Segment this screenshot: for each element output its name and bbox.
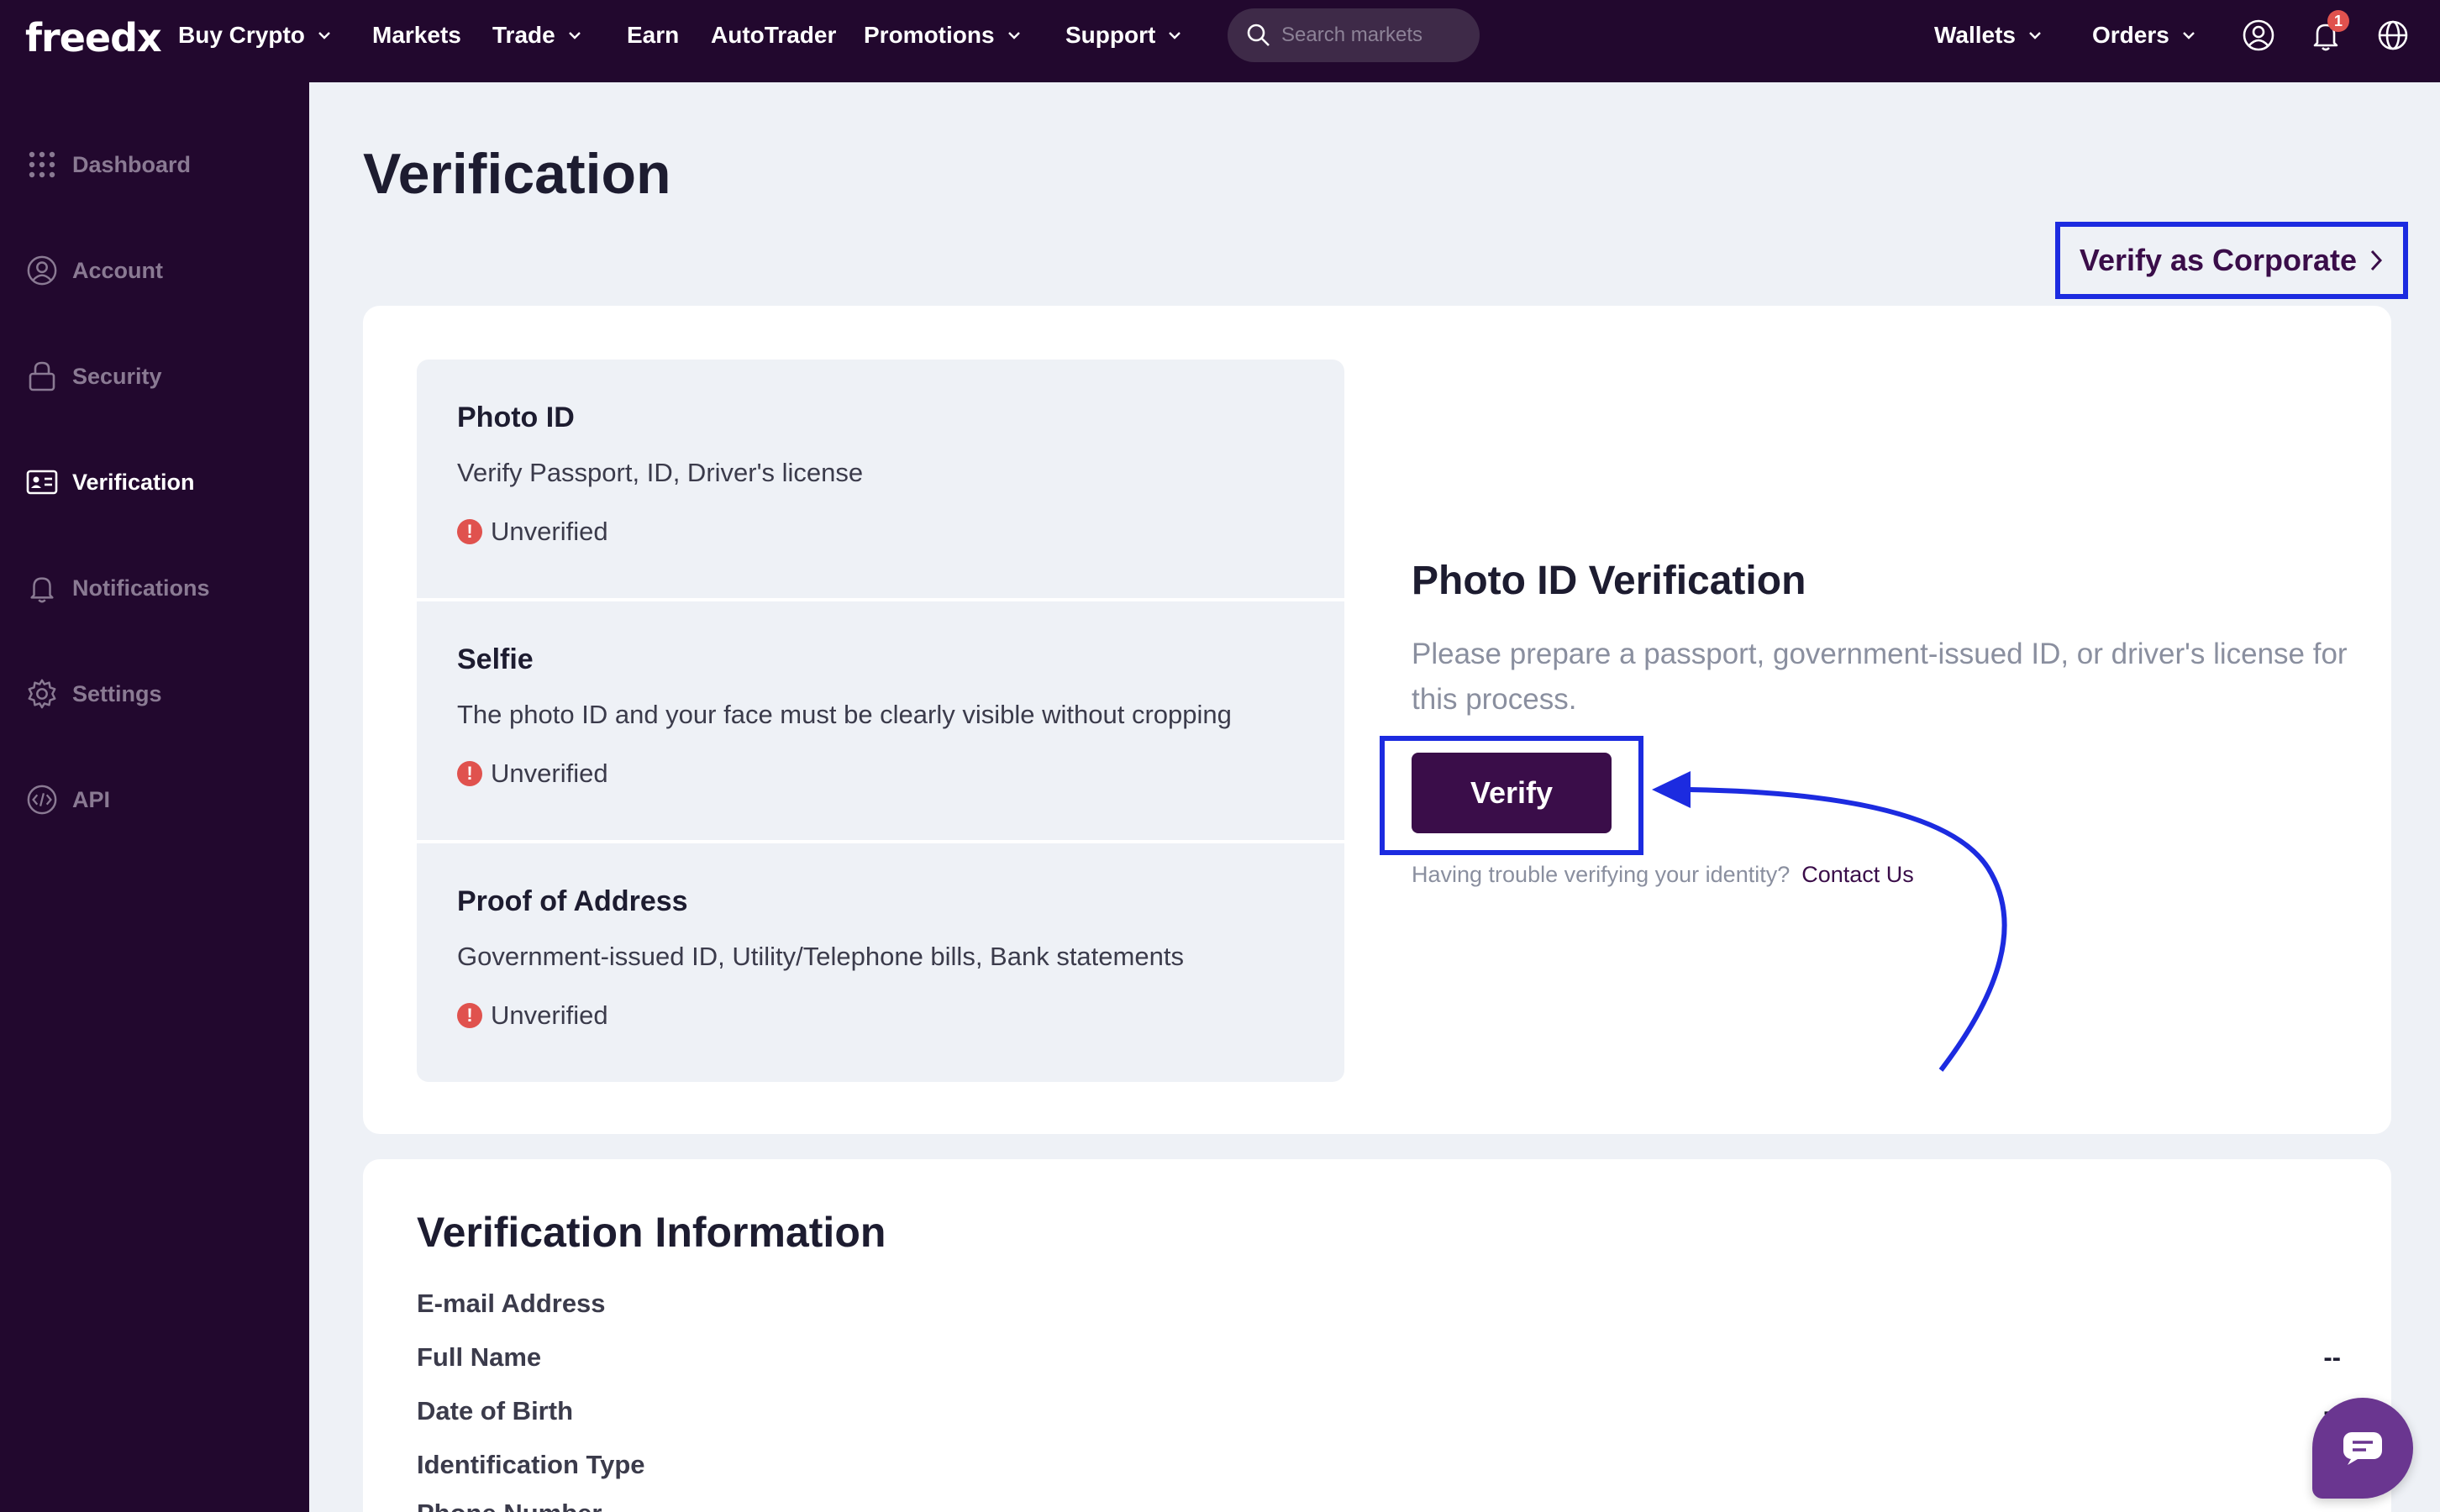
sidebar-item-label: Account bbox=[72, 257, 163, 283]
status-badge: ! Unverified bbox=[457, 759, 1304, 789]
account-button[interactable] bbox=[2240, 17, 2277, 54]
verify-as-corporate-link[interactable]: Verify as Corporate bbox=[2055, 222, 2408, 299]
chevron-down-icon bbox=[568, 32, 581, 39]
nav-buy-crypto-label: Buy Crypto bbox=[178, 22, 305, 48]
sidebar-item-settings[interactable]: Settings bbox=[25, 669, 294, 719]
photo-id-verification-title: Photo ID Verification bbox=[1412, 559, 1806, 603]
language-button[interactable] bbox=[2374, 17, 2411, 54]
info-label: Phone Number bbox=[417, 1499, 602, 1512]
nav-wallets[interactable]: Wallets bbox=[1934, 0, 2043, 71]
nav-trade[interactable]: Trade bbox=[492, 0, 582, 71]
sidebar-item-label: Dashboard bbox=[72, 151, 192, 177]
top-navbar: freedx Buy Crypto Markets Trade Earn Aut… bbox=[0, 0, 2440, 82]
user-circle-icon bbox=[25, 254, 59, 287]
search-bar[interactable] bbox=[1228, 8, 1480, 62]
nav-trade-label: Trade bbox=[492, 22, 555, 48]
step-title: Proof of Address bbox=[457, 885, 688, 917]
sidebar-item-label: Verification bbox=[72, 469, 195, 495]
nav-markets[interactable]: Markets bbox=[372, 0, 461, 71]
sidebar-item-account[interactable]: Account bbox=[25, 245, 294, 296]
sidebar-item-label: Security bbox=[72, 363, 162, 389]
sidebar-item-notifications[interactable]: Notifications bbox=[25, 563, 294, 613]
status-badge: ! Unverified bbox=[457, 1000, 1304, 1031]
sidebar-item-api[interactable]: API bbox=[25, 774, 294, 825]
info-row-phone-number: Phone Number bbox=[417, 1499, 2341, 1512]
grid-dots-icon bbox=[25, 148, 59, 181]
status-label: Unverified bbox=[491, 517, 608, 546]
info-value: -- bbox=[2323, 1342, 2341, 1372]
step-description: The photo ID and your face must be clear… bbox=[457, 700, 1232, 729]
info-row-identification-type: Identification Type bbox=[417, 1450, 2341, 1480]
chevron-down-icon bbox=[1169, 32, 1181, 39]
notification-badge: 1 bbox=[2327, 10, 2349, 32]
step-proof-of-address[interactable]: Proof of Address Government-issued ID, U… bbox=[417, 843, 1344, 1082]
sidebar-item-verification[interactable]: Verification bbox=[25, 457, 294, 507]
sidebar: Dashboard Account Security Verification … bbox=[0, 82, 309, 1512]
status-label: Unverified bbox=[491, 759, 608, 788]
verification-steps: Photo ID Verify Passport, ID, Driver's l… bbox=[417, 360, 1344, 1085]
verify-as-corporate-label: Verify as Corporate bbox=[2079, 243, 2358, 277]
nav-promotions-label: Promotions bbox=[864, 22, 995, 48]
info-label: Date of Birth bbox=[417, 1396, 573, 1425]
id-card-icon bbox=[25, 465, 59, 499]
info-label: E-mail Address bbox=[417, 1289, 606, 1318]
search-icon bbox=[1247, 24, 1270, 46]
search-input[interactable] bbox=[1281, 24, 1466, 47]
info-label: Full Name bbox=[417, 1342, 542, 1372]
nav-support[interactable]: Support bbox=[1065, 0, 1182, 71]
chevron-right-icon bbox=[2370, 249, 2383, 271]
nav-orders[interactable]: Orders bbox=[2092, 0, 2196, 71]
exclamation-icon: ! bbox=[457, 519, 482, 544]
sidebar-item-dashboard[interactable]: Dashboard bbox=[25, 139, 294, 190]
nav-autotrader[interactable]: AutoTrader bbox=[711, 0, 836, 71]
chevron-down-icon bbox=[2182, 32, 2195, 39]
nav-buy-crypto[interactable]: Buy Crypto bbox=[178, 0, 332, 71]
info-row-full-name: Full Name -- bbox=[417, 1342, 2341, 1373]
chat-bubble-icon bbox=[2343, 1432, 2382, 1465]
gear-icon bbox=[25, 677, 59, 711]
page-title: Verification bbox=[363, 142, 671, 206]
photo-id-verification-description: Please prepare a passport, government-is… bbox=[1412, 638, 2348, 716]
step-title: Photo ID bbox=[457, 402, 575, 433]
chat-support-button[interactable] bbox=[2312, 1398, 2413, 1499]
sidebar-item-label: API bbox=[72, 786, 111, 812]
step-description: Government-issued ID, Utility/Telephone … bbox=[457, 942, 1184, 971]
nav-earn[interactable]: Earn bbox=[627, 0, 679, 71]
chevron-down-icon bbox=[1007, 32, 1020, 39]
verification-information-title: Verification Information bbox=[417, 1209, 886, 1256]
nav-markets-label: Markets bbox=[372, 22, 461, 48]
info-row-email: E-mail Address bbox=[417, 1289, 2341, 1319]
nav-earn-label: Earn bbox=[627, 22, 680, 48]
code-icon bbox=[25, 783, 59, 816]
globe-icon bbox=[2378, 20, 2408, 50]
lock-icon bbox=[25, 360, 59, 393]
step-photo-id[interactable]: Photo ID Verify Passport, ID, Driver's l… bbox=[417, 360, 1344, 598]
notifications-button[interactable]: 1 bbox=[2307, 10, 2349, 54]
exclamation-icon: ! bbox=[457, 1003, 482, 1028]
info-label: Identification Type bbox=[417, 1450, 645, 1479]
step-title: Selfie bbox=[457, 643, 534, 675]
sidebar-item-label: Notifications bbox=[72, 575, 210, 601]
sidebar-item-security[interactable]: Security bbox=[25, 351, 294, 402]
nav-promotions[interactable]: Promotions bbox=[864, 0, 1022, 71]
sidebar-item-label: Settings bbox=[72, 680, 162, 706]
exclamation-icon: ! bbox=[457, 761, 482, 786]
bell-icon bbox=[25, 571, 59, 605]
chevron-down-icon bbox=[318, 32, 330, 39]
step-selfie[interactable]: Selfie The photo ID and your face must b… bbox=[417, 601, 1344, 840]
nav-orders-label: Orders bbox=[2092, 22, 2169, 48]
chevron-down-icon bbox=[2029, 32, 2041, 39]
freedx-logo[interactable]: freedx bbox=[25, 15, 162, 60]
status-badge: ! Unverified bbox=[457, 517, 1304, 547]
nav-wallets-label: Wallets bbox=[1934, 22, 2016, 48]
verify-button[interactable]: Verify bbox=[1412, 753, 1612, 833]
annotation-arrow-icon bbox=[1652, 771, 2007, 1072]
info-row-date-of-birth: Date of Birth -- bbox=[417, 1396, 2341, 1426]
user-circle-icon bbox=[2243, 19, 2274, 51]
nav-autotrader-label: AutoTrader bbox=[711, 22, 837, 48]
step-description: Verify Passport, ID, Driver's license bbox=[457, 458, 864, 487]
status-label: Unverified bbox=[491, 1000, 608, 1030]
nav-support-label: Support bbox=[1065, 22, 1156, 48]
